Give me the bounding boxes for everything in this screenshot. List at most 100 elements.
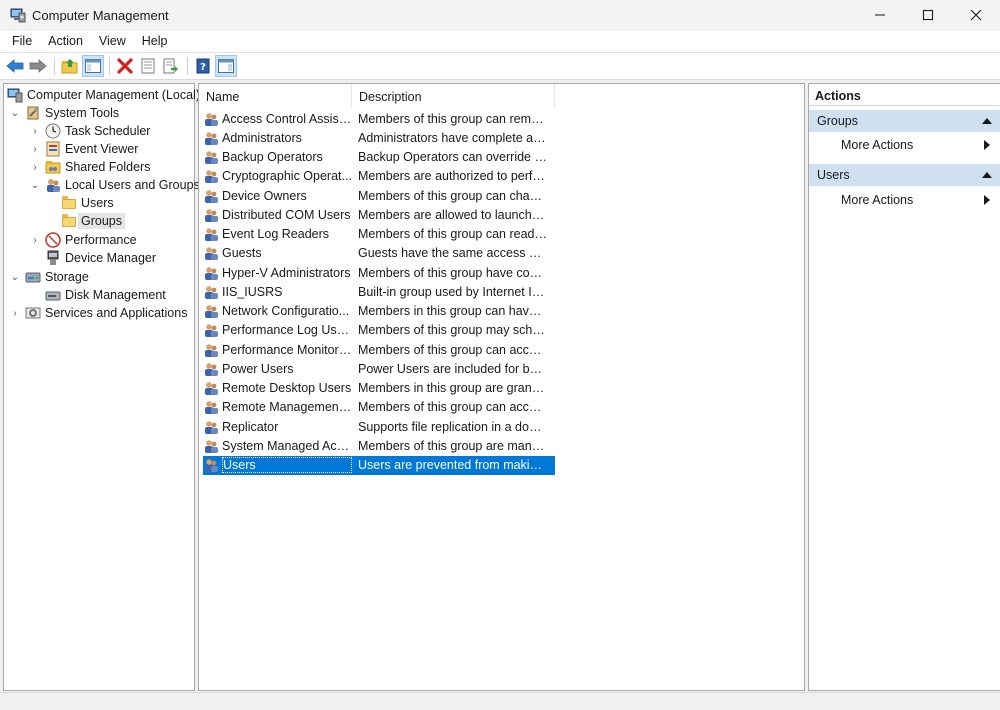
group-icon xyxy=(203,188,219,204)
tree-item-event-viewer[interactable]: › Event Viewer xyxy=(29,140,138,158)
up-one-level-button[interactable] xyxy=(59,55,81,77)
forward-button[interactable] xyxy=(27,55,49,77)
minimize-button[interactable] xyxy=(856,0,904,30)
group-icon xyxy=(203,111,219,127)
tree-item-label: Computer Management (Local) xyxy=(27,88,200,102)
tree-item-system-tools[interactable]: ⌄ System Tools xyxy=(9,104,119,122)
group-description: Members of this group can access ... xyxy=(358,342,547,357)
tree-item-label: Groups xyxy=(78,213,125,229)
group-row[interactable]: Network Configuratio... Members in this g… xyxy=(203,302,555,321)
group-row[interactable]: Cryptographic Operat... Members are autho… xyxy=(203,167,555,186)
tree-item-users[interactable]: Users xyxy=(61,194,114,212)
tree-item-label: System Tools xyxy=(45,106,120,120)
group-row[interactable]: Access Control Assista... Members of this… xyxy=(203,109,555,128)
menu-file[interactable]: File xyxy=(4,31,40,52)
group-name: Access Control Assista... xyxy=(222,111,352,126)
actions-title: Actions xyxy=(809,84,999,106)
group-row[interactable]: Remote Desktop Users Members in this grou… xyxy=(203,379,555,398)
group-row[interactable]: Users Users are prevented from making ... xyxy=(203,455,555,475)
group-row[interactable]: Replicator Supports file replication in a… xyxy=(203,417,555,436)
tree-item-shared-folders[interactable]: › Shared Folders xyxy=(29,158,150,176)
folder-icon xyxy=(61,195,77,211)
group-description: Members of this group have comp... xyxy=(358,265,547,280)
group-name: Remote Management ... xyxy=(222,400,352,415)
forward-arrow-icon xyxy=(29,59,47,73)
tree-item-performance[interactable]: › Performance xyxy=(29,231,137,249)
column-header-name[interactable]: Name xyxy=(199,84,352,108)
submenu-arrow-icon xyxy=(984,195,990,205)
group-row[interactable]: IIS_IUSRS Built-in group used by Internet… xyxy=(203,282,555,301)
back-button[interactable] xyxy=(4,55,26,77)
tree-item-task-scheduler[interactable]: › Task Scheduler xyxy=(29,122,150,140)
tree-item-storage[interactable]: ⌄ Storage xyxy=(9,268,89,286)
group-row[interactable]: System Managed Acco... Members of this gr… xyxy=(203,436,555,455)
group-icon xyxy=(203,168,219,184)
group-row[interactable]: Remote Management ... Members of this gro… xyxy=(203,398,555,417)
group-name: Power Users xyxy=(222,361,294,376)
group-name: Guests xyxy=(222,246,262,261)
export-list-button[interactable] xyxy=(160,55,182,77)
maximize-button[interactable] xyxy=(904,0,952,30)
tree-item-label: Event Viewer xyxy=(65,142,139,156)
chevron-right-icon[interactable]: › xyxy=(29,235,41,246)
show-hide-action-pane-button[interactable] xyxy=(215,55,237,77)
chevron-right-icon[interactable]: › xyxy=(9,308,21,319)
tree-item-disk-management[interactable]: Disk Management xyxy=(41,286,166,304)
console-tree[interactable]: Computer Management (Local) ⌄ System Too… xyxy=(3,83,200,691)
minimize-icon xyxy=(875,14,885,16)
tree-item-device-manager[interactable]: Device Manager xyxy=(41,249,156,267)
groups-list-view[interactable]: Name Description Access Control Assista.… xyxy=(198,83,805,691)
group-row[interactable]: Event Log Readers Members of this group c… xyxy=(203,225,555,244)
group-description: Members in this group can have s... xyxy=(358,304,547,318)
group-row[interactable]: Distributed COM Users Members are allowed… xyxy=(203,205,555,224)
close-button[interactable] xyxy=(952,0,1000,30)
actions-section-users[interactable]: Users xyxy=(809,164,1000,186)
group-row[interactable]: Administrators Administrators have comple… xyxy=(203,128,555,147)
collapse-up-icon[interactable] xyxy=(982,118,992,124)
tree-item-services-and-applications[interactable]: › Services and Applications xyxy=(9,304,187,322)
tree-item-computer-management[interactable]: Computer Management (Local) xyxy=(7,86,200,104)
group-description: Members are allowed to launch, ac... xyxy=(358,207,547,222)
group-icon xyxy=(203,322,219,338)
groups-more-actions[interactable]: More Actions xyxy=(809,134,1000,156)
console-tree-icon xyxy=(85,59,101,73)
chevron-down-icon[interactable]: ⌄ xyxy=(9,108,21,119)
group-row[interactable]: Device Owners Members of this group can c… xyxy=(203,186,555,205)
toolbar-separator xyxy=(54,57,55,75)
tree-item-label: Local Users and Groups xyxy=(65,178,200,192)
users-more-actions[interactable]: More Actions xyxy=(809,189,1000,211)
actions-section-groups[interactable]: Groups xyxy=(809,110,1000,132)
help-button[interactable]: ? xyxy=(192,55,214,77)
column-header-description[interactable]: Description xyxy=(352,84,555,108)
properties-button[interactable] xyxy=(137,55,159,77)
group-description: Members of this group can remot... xyxy=(358,111,547,126)
group-row[interactable]: Power Users Power Users are included for … xyxy=(203,359,555,378)
group-name: Cryptographic Operat... xyxy=(222,169,352,184)
menu-action[interactable]: Action xyxy=(40,31,91,52)
chevron-right-icon[interactable]: › xyxy=(29,144,41,155)
folder-up-icon xyxy=(61,59,78,74)
group-row[interactable]: Guests Guests have the same access as m..… xyxy=(203,244,555,263)
group-row[interactable]: Performance Monitor ... Members of this g… xyxy=(203,340,555,359)
group-row[interactable]: Performance Log Users Members of this gro… xyxy=(203,321,555,340)
group-row[interactable]: Backup Operators Backup Operators can ove… xyxy=(203,148,555,167)
group-description: Members of this group can access ... xyxy=(358,400,547,415)
tree-item-local-users-and-groups[interactable]: ⌄ Local Users and Groups xyxy=(29,176,200,194)
delete-button[interactable] xyxy=(114,55,136,77)
group-icon xyxy=(203,149,219,165)
chevron-right-icon[interactable]: › xyxy=(29,162,41,173)
chevron-right-icon[interactable]: › xyxy=(29,126,41,137)
group-icon xyxy=(203,303,219,319)
list-header: Name Description xyxy=(199,84,804,108)
show-hide-console-tree-button[interactable] xyxy=(82,55,104,77)
collapse-up-icon[interactable] xyxy=(982,172,992,178)
group-row[interactable]: Hyper-V Administrators Members of this gr… xyxy=(203,263,555,282)
tree-item-groups[interactable]: Groups xyxy=(61,212,125,230)
toolbar-separator xyxy=(109,57,110,75)
chevron-down-icon[interactable]: ⌄ xyxy=(29,180,41,191)
group-icon xyxy=(203,226,219,242)
chevron-down-icon[interactable]: ⌄ xyxy=(9,272,21,283)
menu-view[interactable]: View xyxy=(91,31,134,52)
status-bar xyxy=(0,692,1000,710)
menu-help[interactable]: Help xyxy=(134,31,176,52)
